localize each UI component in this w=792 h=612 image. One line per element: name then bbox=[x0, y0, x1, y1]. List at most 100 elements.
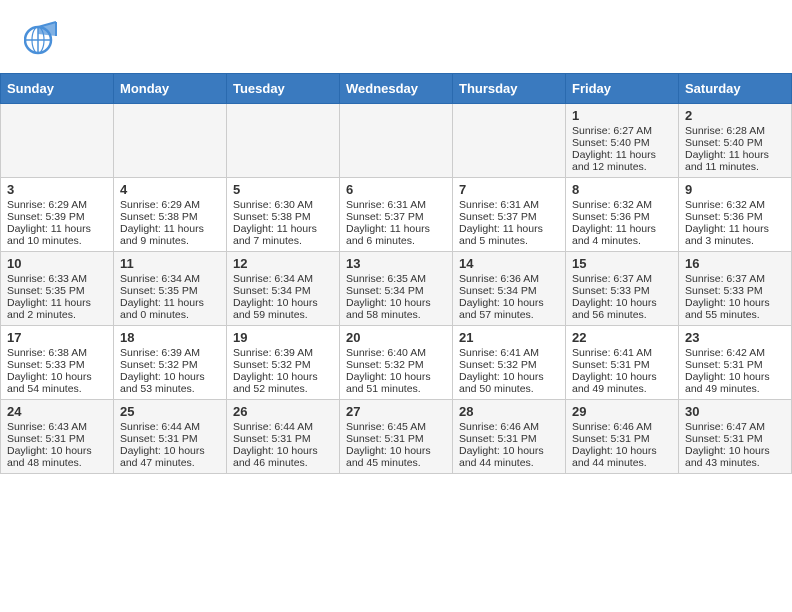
day-info: Sunset: 5:31 PM bbox=[685, 359, 785, 371]
day-info: Daylight: 11 hours and 3 minutes. bbox=[685, 223, 785, 247]
calendar-week-row: 10Sunrise: 6:33 AMSunset: 5:35 PMDayligh… bbox=[1, 252, 792, 326]
day-info: Daylight: 11 hours and 4 minutes. bbox=[572, 223, 672, 247]
day-info: Sunrise: 6:31 AM bbox=[459, 199, 559, 211]
day-info: Sunset: 5:36 PM bbox=[685, 211, 785, 223]
day-info: Sunset: 5:32 PM bbox=[120, 359, 220, 371]
day-info: Sunset: 5:31 PM bbox=[120, 433, 220, 445]
day-info: Sunset: 5:37 PM bbox=[459, 211, 559, 223]
day-info: Daylight: 11 hours and 9 minutes. bbox=[120, 223, 220, 247]
calendar-cell: 3Sunrise: 6:29 AMSunset: 5:39 PMDaylight… bbox=[1, 178, 114, 252]
day-info: Sunrise: 6:44 AM bbox=[233, 421, 333, 433]
day-info: Sunset: 5:34 PM bbox=[233, 285, 333, 297]
calendar: SundayMondayTuesdayWednesdayThursdayFrid… bbox=[0, 73, 792, 474]
day-number: 1 bbox=[572, 108, 672, 123]
day-info: Sunrise: 6:46 AM bbox=[459, 421, 559, 433]
calendar-cell bbox=[453, 104, 566, 178]
day-number: 28 bbox=[459, 404, 559, 419]
header bbox=[0, 0, 792, 73]
day-info: Daylight: 10 hours and 47 minutes. bbox=[120, 445, 220, 469]
day-info: Sunrise: 6:29 AM bbox=[120, 199, 220, 211]
weekday-header: Monday bbox=[114, 74, 227, 104]
day-number: 8 bbox=[572, 182, 672, 197]
day-info: Daylight: 10 hours and 58 minutes. bbox=[346, 297, 446, 321]
day-number: 23 bbox=[685, 330, 785, 345]
weekday-header: Sunday bbox=[1, 74, 114, 104]
day-info: Sunset: 5:31 PM bbox=[572, 359, 672, 371]
day-number: 25 bbox=[120, 404, 220, 419]
day-number: 5 bbox=[233, 182, 333, 197]
calendar-cell: 26 Sunrise: 6:44 AMSunset: 5:31 PMDayligh… bbox=[227, 400, 340, 474]
day-number: 15 bbox=[572, 256, 672, 271]
day-info: Sunset: 5:36 PM bbox=[572, 211, 672, 223]
calendar-cell: 28Sunrise: 6:46 AMSunset: 5:31 PMDayligh… bbox=[453, 400, 566, 474]
day-info: Sunrise: 6:31 AM bbox=[346, 199, 446, 211]
calendar-week-row: 1Sunrise: 6:27 AMSunset: 5:40 PMDaylight… bbox=[1, 104, 792, 178]
day-info: Sunrise: 6:38 AM bbox=[7, 347, 107, 359]
day-number: 12 bbox=[233, 256, 333, 271]
day-info: Daylight: 10 hours and 51 minutes. bbox=[346, 371, 446, 395]
day-info: Daylight: 11 hours and 5 minutes. bbox=[459, 223, 559, 247]
day-number: 20 bbox=[346, 330, 446, 345]
calendar-cell: 11Sunrise: 6:34 AMSunset: 5:35 PMDayligh… bbox=[114, 252, 227, 326]
calendar-cell: 25 Sunrise: 6:44 AMSunset: 5:31 PMDayligh… bbox=[114, 400, 227, 474]
calendar-cell bbox=[340, 104, 453, 178]
day-info: Sunset: 5:38 PM bbox=[233, 211, 333, 223]
day-number: 18 bbox=[120, 330, 220, 345]
calendar-cell: 5Sunrise: 6:30 AMSunset: 5:38 PMDaylight… bbox=[227, 178, 340, 252]
day-info: Sunset: 5:33 PM bbox=[685, 285, 785, 297]
day-info: Daylight: 10 hours and 45 minutes. bbox=[346, 445, 446, 469]
day-info: Daylight: 11 hours and 2 minutes. bbox=[7, 297, 107, 321]
day-number: 29 bbox=[572, 404, 672, 419]
calendar-cell: 12Sunrise: 6:34 AMSunset: 5:34 PMDayligh… bbox=[227, 252, 340, 326]
day-number: 11 bbox=[120, 256, 220, 271]
day-info: Daylight: 11 hours and 10 minutes. bbox=[7, 223, 107, 247]
day-info: Sunset: 5:39 PM bbox=[7, 211, 107, 223]
day-info: Sunrise: 6:39 AM bbox=[233, 347, 333, 359]
day-info: Sunrise: 6:41 AM bbox=[572, 347, 672, 359]
day-info: Daylight: 11 hours and 11 minutes. bbox=[685, 149, 785, 173]
day-number: 22 bbox=[572, 330, 672, 345]
calendar-cell bbox=[114, 104, 227, 178]
day-info: Sunrise: 6:45 AM bbox=[346, 421, 446, 433]
day-info: Sunset: 5:31 PM bbox=[233, 433, 333, 445]
day-info: Sunrise: 6:29 AM bbox=[7, 199, 107, 211]
day-info: Daylight: 10 hours and 53 minutes. bbox=[120, 371, 220, 395]
day-info: Daylight: 10 hours and 43 minutes. bbox=[685, 445, 785, 469]
day-info: Sunrise: 6:44 AM bbox=[120, 421, 220, 433]
calendar-week-row: 24Sunrise: 6:43 AMSunset: 5:31 PMDayligh… bbox=[1, 400, 792, 474]
day-info: Daylight: 10 hours and 52 minutes. bbox=[233, 371, 333, 395]
day-info: Sunset: 5:34 PM bbox=[346, 285, 446, 297]
calendar-cell: 14Sunrise: 6:36 AMSunset: 5:34 PMDayligh… bbox=[453, 252, 566, 326]
calendar-cell: 9Sunrise: 6:32 AMSunset: 5:36 PMDaylight… bbox=[679, 178, 792, 252]
calendar-cell: 15Sunrise: 6:37 AMSunset: 5:33 PMDayligh… bbox=[566, 252, 679, 326]
day-info: Sunrise: 6:27 AM bbox=[572, 125, 672, 137]
calendar-header-row: SundayMondayTuesdayWednesdayThursdayFrid… bbox=[1, 74, 792, 104]
day-info: Daylight: 10 hours and 50 minutes. bbox=[459, 371, 559, 395]
day-info: Sunrise: 6:41 AM bbox=[459, 347, 559, 359]
calendar-cell: 19Sunrise: 6:39 AMSunset: 5:32 PMDayligh… bbox=[227, 326, 340, 400]
day-info: Sunrise: 6:35 AM bbox=[346, 273, 446, 285]
day-info: Sunrise: 6:37 AM bbox=[685, 273, 785, 285]
day-info: Daylight: 11 hours and 7 minutes. bbox=[233, 223, 333, 247]
day-info: Sunset: 5:34 PM bbox=[459, 285, 559, 297]
day-number: 10 bbox=[7, 256, 107, 271]
day-number: 21 bbox=[459, 330, 559, 345]
day-info: Sunset: 5:33 PM bbox=[7, 359, 107, 371]
day-number: 26 bbox=[233, 404, 333, 419]
calendar-cell: 1Sunrise: 6:27 AMSunset: 5:40 PMDaylight… bbox=[566, 104, 679, 178]
day-info: Daylight: 10 hours and 44 minutes. bbox=[572, 445, 672, 469]
calendar-cell: 27Sunrise: 6:45 AMSunset: 5:31 PMDayligh… bbox=[340, 400, 453, 474]
day-info: Daylight: 10 hours and 46 minutes. bbox=[233, 445, 333, 469]
weekday-header: Wednesday bbox=[340, 74, 453, 104]
day-info: Sunset: 5:38 PM bbox=[120, 211, 220, 223]
calendar-cell: 20Sunrise: 6:40 AMSunset: 5:32 PMDayligh… bbox=[340, 326, 453, 400]
calendar-cell: 16Sunrise: 6:37 AMSunset: 5:33 PMDayligh… bbox=[679, 252, 792, 326]
day-number: 16 bbox=[685, 256, 785, 271]
day-info: Sunset: 5:32 PM bbox=[233, 359, 333, 371]
day-info: Sunset: 5:32 PM bbox=[346, 359, 446, 371]
day-info: Daylight: 10 hours and 49 minutes. bbox=[572, 371, 672, 395]
day-info: Sunrise: 6:47 AM bbox=[685, 421, 785, 433]
day-info: Daylight: 10 hours and 49 minutes. bbox=[685, 371, 785, 395]
day-info: Daylight: 10 hours and 56 minutes. bbox=[572, 297, 672, 321]
calendar-cell: 2Sunrise: 6:28 AMSunset: 5:40 PMDaylight… bbox=[679, 104, 792, 178]
